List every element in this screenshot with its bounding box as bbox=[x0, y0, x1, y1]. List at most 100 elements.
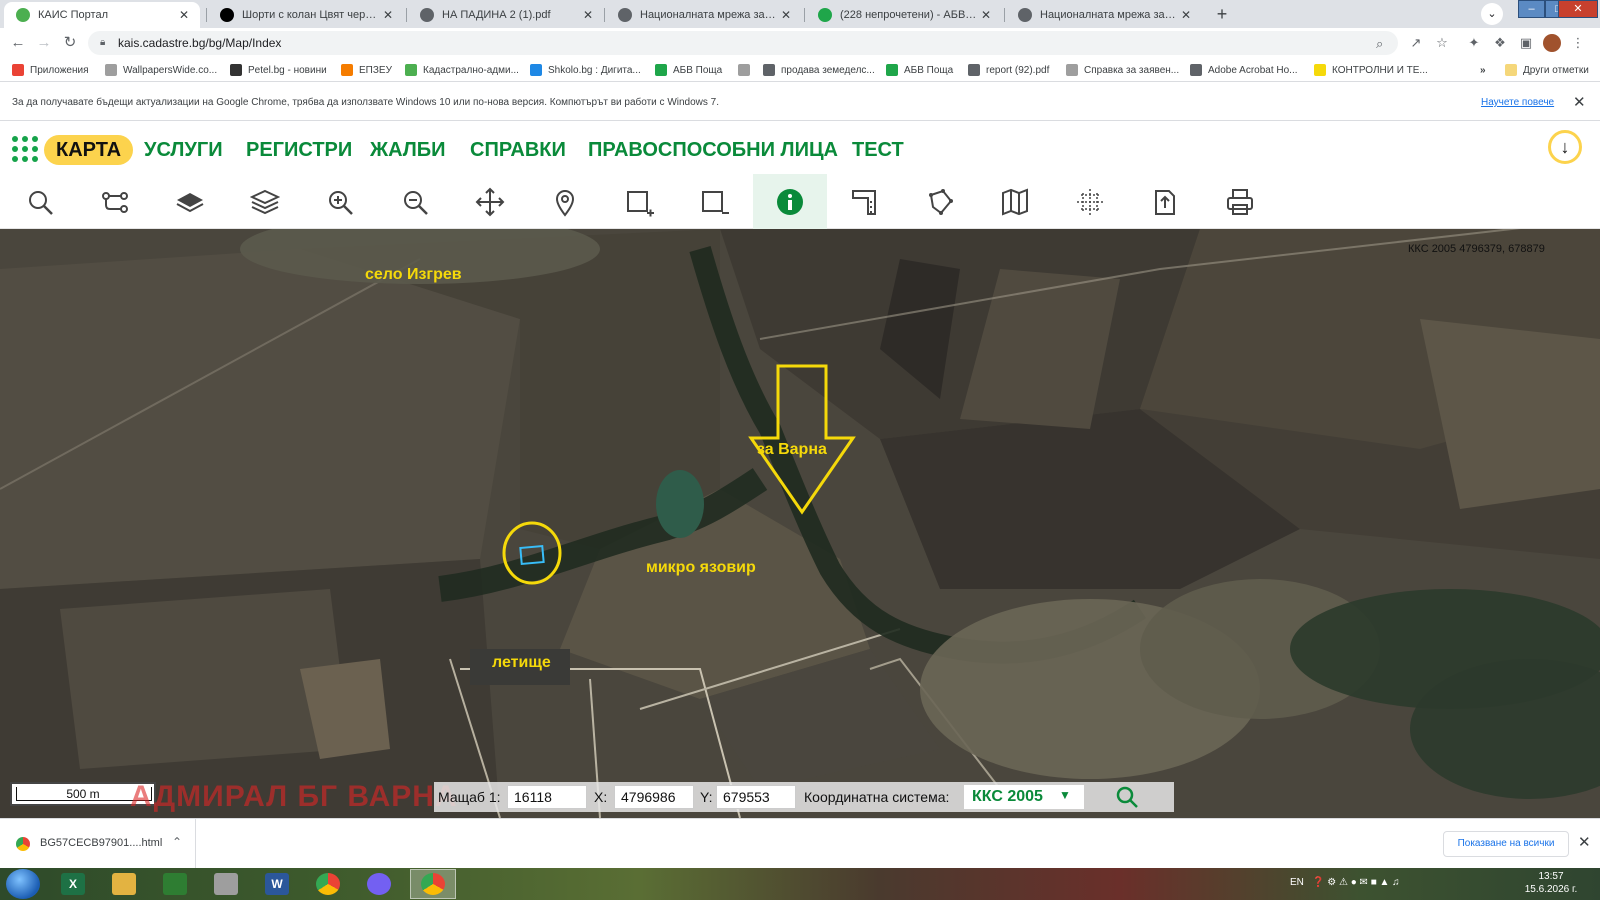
map-tool-button[interactable] bbox=[1203, 174, 1277, 229]
close-tab-icon[interactable]: ✕ bbox=[1178, 8, 1194, 22]
chrome-icon bbox=[316, 873, 340, 895]
minimize-button[interactable]: – bbox=[1518, 0, 1545, 18]
nav-item[interactable]: КАРТА bbox=[44, 135, 134, 165]
bookmark-item[interactable] bbox=[738, 62, 756, 78]
close-shelf-icon[interactable]: ✕ bbox=[1578, 833, 1591, 851]
map-tool-button[interactable] bbox=[1128, 174, 1202, 229]
apps-grid-icon[interactable] bbox=[12, 136, 38, 162]
bookmark-item[interactable]: АБВ Поща bbox=[655, 62, 722, 78]
puzzle-icon[interactable]: ❖ bbox=[1490, 33, 1510, 53]
taskbar-app[interactable]: W bbox=[254, 869, 300, 899]
taskbar-app[interactable]: X bbox=[50, 869, 96, 899]
map-tool-button[interactable] bbox=[1053, 174, 1127, 229]
map-tool-button[interactable] bbox=[528, 174, 602, 229]
forward-icon[interactable]: → bbox=[34, 33, 54, 53]
tray-icons[interactable]: ❓ ⚙ ⚠ ● ✉ ■ ▲ ♫ bbox=[1312, 877, 1400, 888]
close-tab-icon[interactable]: ✕ bbox=[580, 8, 596, 22]
language-indicator[interactable]: EN bbox=[1290, 877, 1304, 888]
nav-item[interactable]: СПРАВКИ bbox=[470, 135, 566, 165]
close-infobar-icon[interactable]: ✕ bbox=[1573, 93, 1586, 111]
map-tool-button[interactable] bbox=[453, 174, 527, 229]
map-tool-button[interactable] bbox=[903, 174, 977, 229]
map-tool-button[interactable] bbox=[828, 174, 902, 229]
map-tool-button[interactable] bbox=[78, 174, 152, 229]
bookmark-item[interactable]: report (92).pdf bbox=[968, 62, 1049, 78]
search-coordinates-icon[interactable] bbox=[1114, 784, 1140, 810]
bookmark-item[interactable]: Adobe Acrobat Ho... bbox=[1190, 62, 1298, 78]
y-coordinate-input[interactable]: 679553 bbox=[716, 785, 796, 809]
browser-tab[interactable]: Националната мрежа за земед✕ bbox=[1006, 2, 1202, 28]
back-icon[interactable]: ← bbox=[8, 33, 28, 53]
close-tab-icon[interactable]: ✕ bbox=[778, 8, 794, 22]
map-tool-button[interactable] bbox=[753, 174, 827, 229]
bookmark-item[interactable]: Справка за заявен... bbox=[1066, 62, 1179, 78]
map-tool-button[interactable] bbox=[978, 174, 1052, 229]
download-arrow-icon[interactable]: ↓ bbox=[1548, 130, 1582, 164]
start-button[interactable] bbox=[6, 869, 40, 899]
nav-item[interactable]: ТЕСТ bbox=[852, 135, 904, 165]
nav-item[interactable]: ЖАЛБИ bbox=[370, 135, 446, 165]
browser-tab[interactable]: (228 непрочетени) - АБВ поща✕ bbox=[806, 2, 1002, 28]
close-tab-icon[interactable]: ✕ bbox=[978, 8, 994, 22]
bookmark-item[interactable]: Shkolo.bg : Дигита... bbox=[530, 62, 641, 78]
map-canvas[interactable]: ККС 2005 4796379, 678879 село Изгрев за … bbox=[0, 229, 1600, 818]
polygon-icon bbox=[929, 188, 953, 215]
browser-tab[interactable]: НА ПАДИНА 2 (1).pdf ✕ bbox=[408, 2, 604, 28]
bookmark-item[interactable]: Приложения bbox=[12, 62, 89, 78]
chevron-up-icon[interactable]: ⌃ bbox=[172, 835, 182, 849]
map-tool-button[interactable] bbox=[303, 174, 377, 229]
map-tool-button[interactable] bbox=[228, 174, 302, 229]
share-icon[interactable]: ↗ bbox=[1406, 33, 1426, 53]
taskbar-app[interactable] bbox=[410, 869, 456, 899]
bookmark-item[interactable]: Petel.bg - новини bbox=[230, 62, 327, 78]
tab-favicon-icon bbox=[818, 8, 832, 22]
cursor-coordinates: ККС 2005 4796379, 678879 bbox=[1408, 243, 1545, 255]
bookmark-item[interactable]: КОНТРОЛНИ И ТЕ... bbox=[1314, 62, 1428, 78]
sidepanel-icon[interactable]: ▣ bbox=[1516, 33, 1536, 53]
chevron-down-icon[interactable]: ▼ bbox=[1059, 788, 1071, 802]
download-item[interactable]: BG57CECB97901....html ⌃ bbox=[0, 819, 196, 869]
address-bar[interactable]: 🔒︎ kais.cadastre.bg/bg/Map/Index ⌕ bbox=[88, 31, 1398, 55]
bookmark-item[interactable]: АБВ Поща bbox=[886, 62, 953, 78]
scale-input[interactable]: 16118 bbox=[507, 785, 587, 809]
bookmark-label: продава земеделс... bbox=[781, 64, 875, 76]
show-all-downloads-button[interactable]: Показване на всички bbox=[1443, 831, 1569, 857]
browser-tab[interactable]: Националната мрежа за земед✕ bbox=[606, 2, 802, 28]
map-tool-button[interactable] bbox=[153, 174, 227, 229]
system-clock[interactable]: 13:57 15.6.2026 г. bbox=[1521, 870, 1581, 896]
browser-tab[interactable]: Шорти с колан Цвят червен - М✕ bbox=[208, 2, 404, 28]
taskbar-app[interactable] bbox=[203, 869, 249, 899]
bookmarks-more-button[interactable]: » bbox=[1480, 62, 1486, 78]
bookmark-item[interactable]: продава земеделс... bbox=[763, 62, 875, 78]
nav-item[interactable]: УСЛУГИ bbox=[144, 135, 223, 165]
zoom-icon[interactable]: ⌕ bbox=[1376, 36, 1383, 52]
bookmark-star-icon[interactable]: ☆ bbox=[1432, 33, 1452, 53]
bookmark-item[interactable]: ЕПЗЕУ bbox=[341, 62, 392, 78]
nav-item[interactable]: ПРАВОСПОСОБНИ ЛИЦА bbox=[588, 135, 838, 165]
close-tab-icon[interactable]: ✕ bbox=[380, 8, 396, 22]
reload-icon[interactable]: ↻ bbox=[60, 33, 80, 53]
other-bookmarks-folder[interactable]: Други отметки bbox=[1505, 62, 1589, 78]
new-tab-button[interactable]: + bbox=[1211, 3, 1233, 25]
bookmark-item[interactable]: WallpapersWide.co... bbox=[105, 62, 217, 78]
extension-icon[interactable]: ✦ bbox=[1464, 33, 1484, 53]
map-tool-button[interactable] bbox=[678, 174, 752, 229]
close-tab-icon[interactable]: ✕ bbox=[176, 8, 192, 22]
map-tool-button[interactable] bbox=[378, 174, 452, 229]
taskbar-app[interactable] bbox=[356, 869, 402, 899]
profile-avatar[interactable] bbox=[1543, 34, 1561, 52]
bookmark-item[interactable]: Кадастрално-адми... bbox=[405, 62, 519, 78]
taskbar-app[interactable] bbox=[101, 869, 147, 899]
learn-more-link[interactable]: Научете повече bbox=[1481, 97, 1554, 108]
map-tool-button[interactable] bbox=[3, 174, 77, 229]
menu-kebab-icon[interactable]: ⋮ bbox=[1568, 33, 1588, 53]
nav-item[interactable]: РЕГИСТРИ bbox=[246, 135, 352, 165]
browser-tab[interactable]: КАИС Портал ✕ bbox=[4, 2, 200, 28]
close-window-button[interactable]: ✕ bbox=[1558, 0, 1598, 18]
map-tool-button[interactable] bbox=[603, 174, 677, 229]
taskbar-app[interactable] bbox=[152, 869, 198, 899]
x-coordinate-input[interactable]: 4796986 bbox=[614, 785, 694, 809]
tab-search-button[interactable]: ⌄ bbox=[1481, 3, 1503, 25]
taskbar-app[interactable] bbox=[305, 869, 351, 899]
download-filename: BG57CECB97901....html bbox=[40, 837, 163, 849]
